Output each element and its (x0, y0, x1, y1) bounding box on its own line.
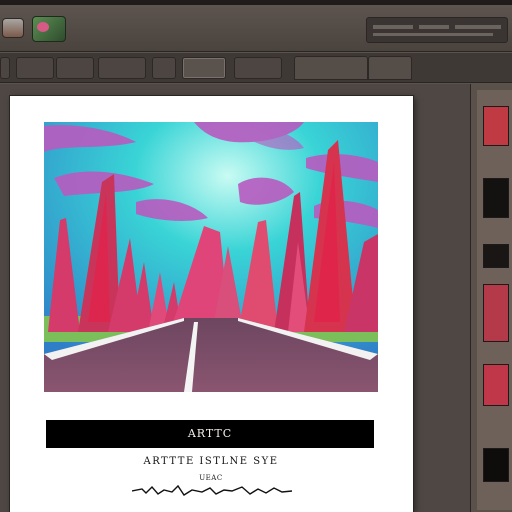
poster-caption: UEAC (199, 474, 223, 482)
poster-illustration (44, 122, 378, 392)
tab-panel-properties[interactable] (294, 56, 368, 80)
tab-home[interactable] (0, 57, 10, 79)
tab-file[interactable] (16, 57, 54, 79)
document-tab-row (0, 53, 512, 83)
poster-subtitle: ARTTTE ISTLNE SYE (143, 456, 279, 467)
poster-title: ARTTC (46, 420, 374, 448)
poster-artwork[interactable] (44, 122, 378, 392)
thumbnail-4[interactable] (483, 284, 509, 342)
tab-image[interactable] (98, 57, 146, 79)
open-file-icon[interactable] (2, 18, 24, 38)
image-tool-icon[interactable] (32, 16, 66, 42)
tab-view[interactable] (234, 57, 282, 79)
thumbnail-3[interactable] (483, 244, 509, 268)
app-toolbar (0, 0, 512, 52)
thumbnail-6[interactable] (483, 448, 509, 482)
thumbnail-5[interactable] (483, 364, 509, 406)
tab-edit[interactable] (56, 57, 94, 79)
window-title-strip (0, 0, 512, 5)
poster-signature-line (132, 484, 292, 496)
right-panel (470, 84, 512, 512)
workspace-switcher[interactable] (366, 17, 508, 43)
tab-document-active[interactable] (182, 57, 226, 79)
thumbnail-2[interactable] (483, 178, 509, 218)
tab-layer[interactable] (152, 57, 176, 79)
thumbnail-1[interactable] (483, 106, 509, 146)
document-page[interactable]: ARTTC ARTTTE ISTLNE SYE UEAC (10, 96, 413, 512)
tab-panel-layers[interactable] (368, 56, 412, 80)
